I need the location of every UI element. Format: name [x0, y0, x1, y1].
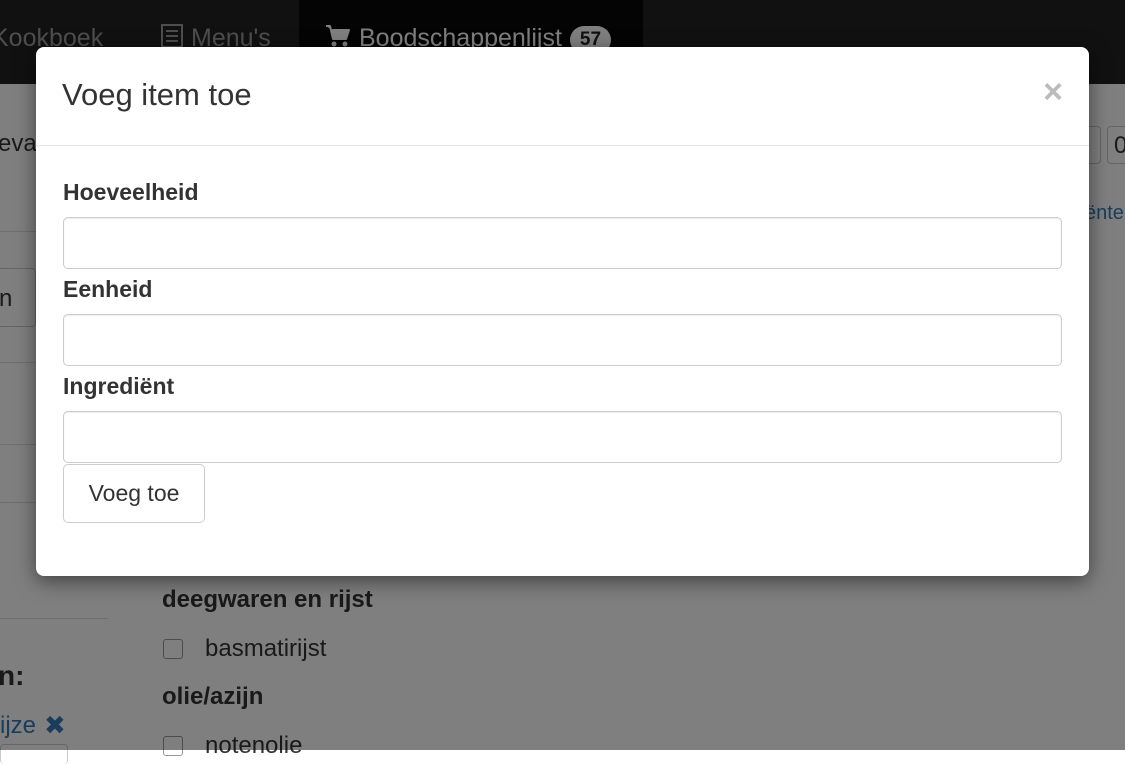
modal-title: Voeg item toe	[62, 77, 252, 112]
unit-label: Eenheid	[63, 276, 153, 302]
quantity-label: Hoeveelheid	[63, 179, 199, 205]
ingredient-label: Ingrediënt	[63, 373, 175, 399]
close-button[interactable]: ×	[1043, 75, 1063, 109]
unit-input[interactable]	[63, 314, 1062, 366]
ingredient-input[interactable]	[63, 411, 1062, 463]
modal-header: Voeg item toe ×	[36, 47, 1089, 146]
add-item-button[interactable]: Voeg toe	[63, 464, 205, 523]
quantity-input[interactable]	[63, 217, 1062, 269]
add-item-modal: Voeg item toe × Hoeveelheid Eenheid Ingr…	[36, 47, 1089, 576]
